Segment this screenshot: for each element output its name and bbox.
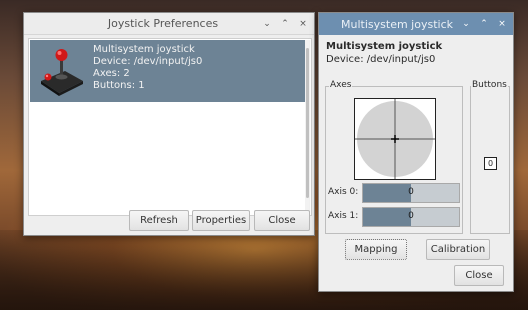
close-button[interactable]: Close [254,210,310,231]
properties-button[interactable]: Properties [192,210,250,231]
axis-0-value: 0 [408,187,414,197]
axis-pad-graphic [355,99,435,179]
button-0-indicator: 0 [484,157,497,170]
multi-window-title: Multisystem joystick [341,17,453,31]
device-list[interactable]: Multisystem joystick Device: /dev/input/… [28,38,312,216]
device-list-item[interactable]: Multisystem joystick Device: /dev/input/… [30,40,306,102]
device-name: Multisystem joystick [93,44,195,55]
joystick-device: Device: /dev/input/js0 [326,54,436,65]
buttons-group: Buttons 0 [470,80,510,234]
scrollbar-thumb[interactable] [306,48,309,198]
axes-group: Axes Axis 0: 0 Axis 1: 0 [325,80,463,234]
buttons-label: Buttons [471,80,508,90]
maximize-icon[interactable]: ⌃ [280,19,290,29]
device-axes: Axes: 2 [93,68,130,79]
prefs-window-title: Joystick Preferences [107,17,219,30]
joystick-preferences-window: Joystick Preferences ⌄ ⌃ × Multisystem j… [23,12,315,236]
minimize-icon[interactable]: ⌄ [262,19,272,29]
maximize-icon[interactable]: ⌃ [479,19,489,29]
device-info: Multisystem joystick Device: /dev/input/… [93,44,202,92]
device-list-scrollbar[interactable] [305,40,310,214]
calibration-button[interactable]: Calibration [426,239,490,260]
axis-0-bar: 0 [362,183,460,203]
axis-1-value: 0 [408,211,414,221]
axis-0-label: Axis 0: [328,187,359,197]
multi-titlebar[interactable]: Multisystem joystick ⌄ ⌃ × [319,13,513,35]
minimize-icon[interactable]: ⌄ [461,19,471,29]
joystick-name: Multisystem joystick [326,41,443,52]
refresh-button[interactable]: Refresh [129,210,189,231]
axis-pad [354,98,436,180]
axis-1-bar: 0 [362,207,460,227]
joystick-icon [41,49,83,96]
mapping-button[interactable]: Mapping [345,239,407,260]
axis-1-label: Axis 1: [328,211,359,221]
axes-label: Axes [329,80,353,90]
joystick-properties-window: Multisystem joystick ⌄ ⌃ × Multisystem j… [318,12,514,292]
close-button[interactable]: Close [454,265,504,286]
device-buttons: Buttons: 1 [93,80,145,91]
close-icon[interactable]: × [298,19,308,29]
close-icon[interactable]: × [497,19,507,29]
prefs-titlebar[interactable]: Joystick Preferences ⌄ ⌃ × [24,13,314,35]
device-path: Device: /dev/input/js0 [93,56,203,67]
